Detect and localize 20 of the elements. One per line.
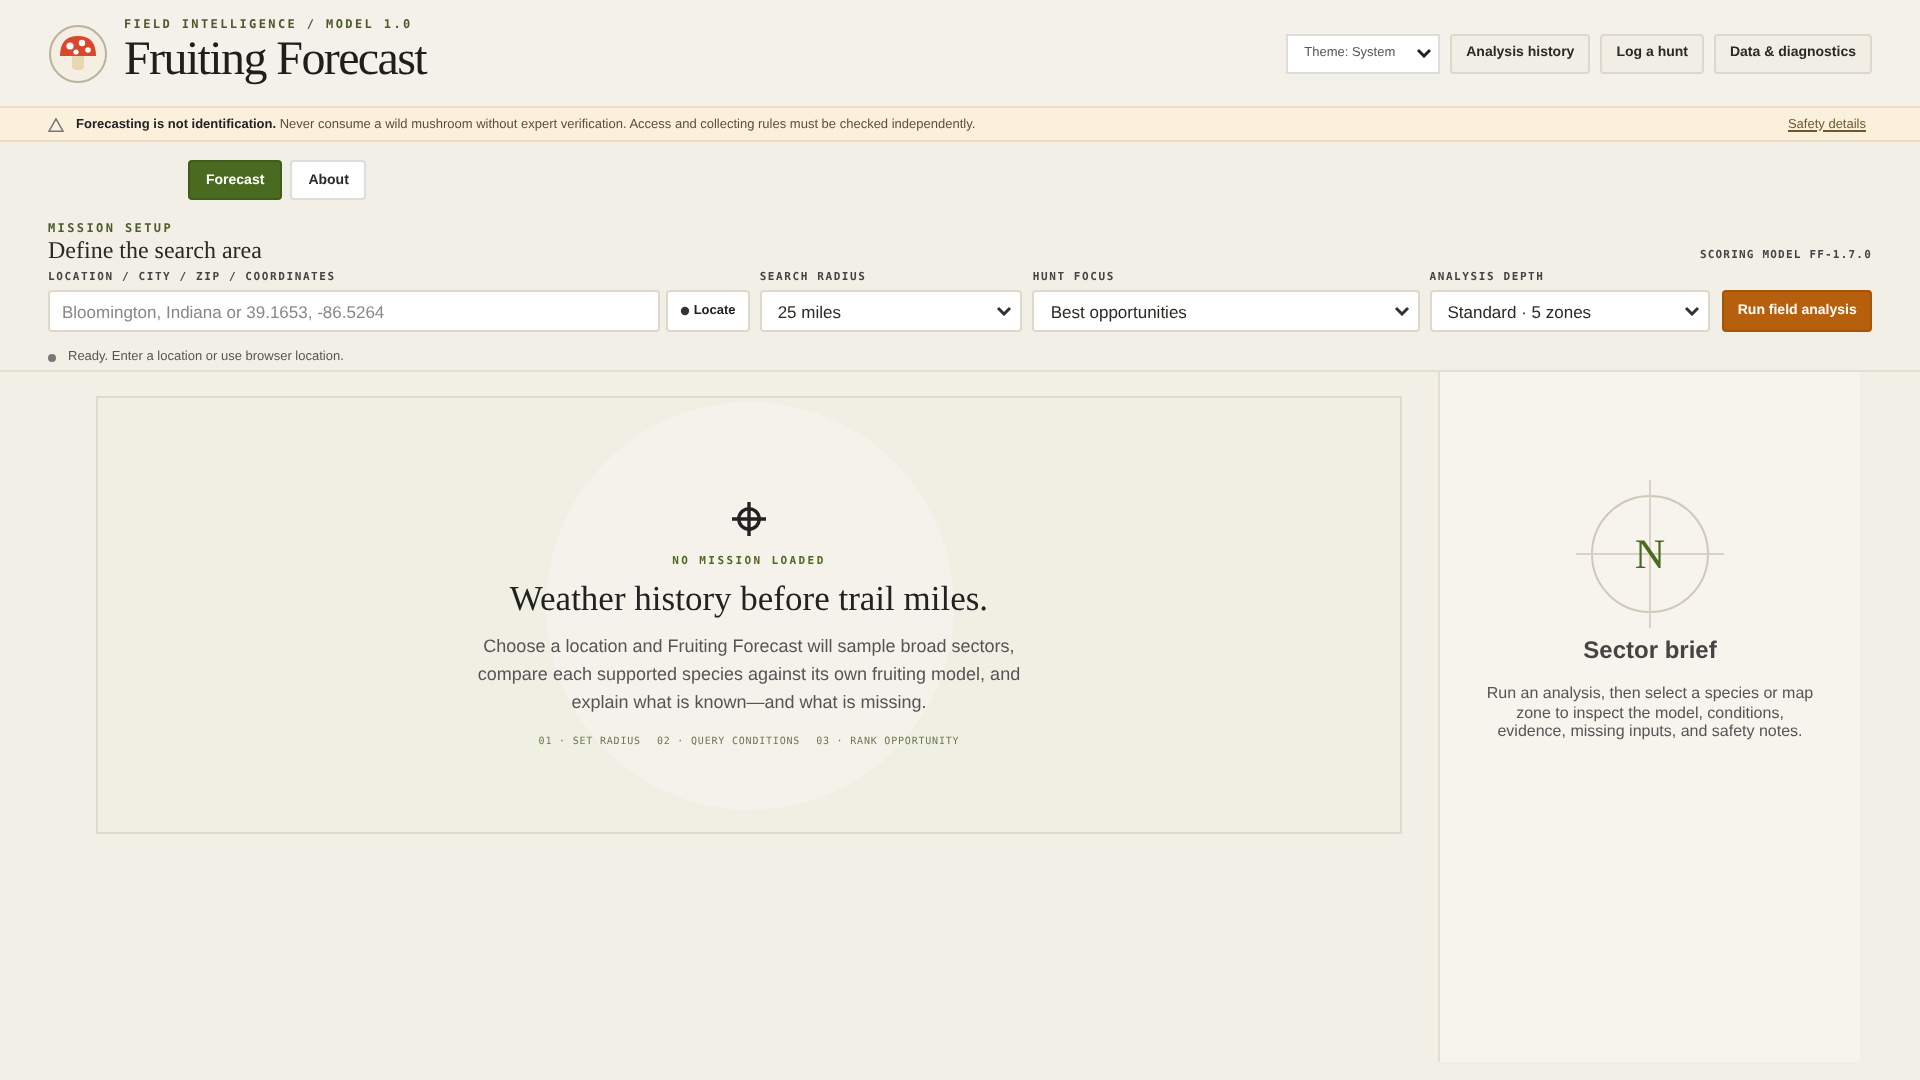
app-title: Fruiting Forecast — [124, 32, 427, 88]
crosshair-icon — [732, 502, 766, 536]
sector-brief-title: Sector brief — [1583, 636, 1717, 664]
chevron-down-icon — [1393, 306, 1410, 316]
location-field[interactable]: Bloomington, Indiana or 39.1653, -86.5264 — [48, 290, 660, 332]
mushroom-logo-icon — [48, 23, 108, 83]
chevron-down-icon — [996, 306, 1013, 316]
warning-icon — [48, 117, 64, 131]
location-dot-icon — [679, 306, 690, 316]
status-dot-icon — [48, 353, 56, 361]
sector-brief-text: Run an analysis, then select a species or map zone to inspect the model, conditions, evidence, missing inputs, and safety notes. — [1484, 684, 1816, 741]
empty-title: Weather history before trail miles. — [509, 578, 989, 620]
chevron-down-icon — [1684, 306, 1701, 316]
chevron-down-icon — [1416, 48, 1433, 58]
section-title: Define the search area — [48, 236, 262, 264]
compass-drawing: N — [1576, 480, 1724, 628]
empty-description: Choose a location and Fruiting Forecast will sample broad sectors, compare each supported species against its own fruiting model, and explain what is known—and what is missing. — [475, 634, 1023, 716]
select-field[interactable]: Standard · 5 zones — [1429, 290, 1711, 332]
select-field[interactable]: Best opportunities — [1032, 290, 1420, 332]
select-field[interactable]: 25 miles — [759, 290, 1023, 332]
